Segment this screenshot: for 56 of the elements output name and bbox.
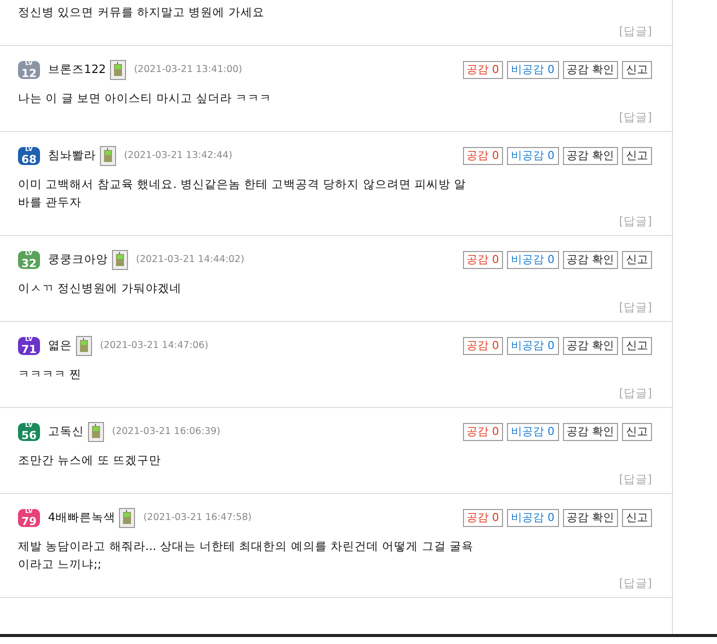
reply-link[interactable]: [답글]: [619, 300, 652, 314]
reply-link[interactable]: [답글]: [619, 386, 652, 400]
action-button[interactable]: 비공감 0: [507, 61, 558, 79]
action-button[interactable]: 비공감 0: [507, 147, 558, 165]
mobile-phone-icon: [76, 336, 92, 356]
action-button[interactable]: 신고: [622, 337, 652, 355]
reply-link[interactable]: [답글]: [619, 24, 652, 38]
reply-link[interactable]: [답글]: [619, 472, 652, 486]
comment-text: 조만간 뉴스에 또 뜨겠구만: [18, 452, 162, 469]
timestamp: (2021-03-21 14:47:06): [100, 338, 208, 353]
action-button[interactable]: 비공감 0: [507, 509, 558, 527]
action-button[interactable]: 신고: [622, 147, 652, 165]
action-button[interactable]: 비공감 0: [507, 251, 558, 269]
action-button[interactable]: 신고: [622, 423, 652, 441]
comment-text: 나는 이 글 보면 아이스티 마시고 싶더라 ㅋㅋㅋ: [18, 90, 273, 107]
reply-link[interactable]: [답글]: [619, 110, 652, 124]
comment-text: 제발 농담이라고 해줘라... 상대는 너한테 최대한의 예의를 차린건데 어떻게 그걸 굴욕이라고 느끼냐;;: [18, 538, 475, 573]
mobile-phone-icon: [88, 422, 104, 442]
action-button[interactable]: 공감 0: [462, 147, 503, 165]
action-button[interactable]: 공감 0: [462, 337, 503, 355]
action-button[interactable]: 비공감 0: [507, 337, 558, 355]
action-button[interactable]: 비공감 0: [507, 423, 558, 441]
action-button[interactable]: 신고: [622, 509, 652, 527]
timestamp: (2021-03-21 13:41:00): [134, 62, 242, 77]
timestamp: (2021-03-21 13:42:44): [124, 148, 232, 163]
action-button[interactable]: 공감 0: [462, 423, 503, 441]
comment-text: 이미 고백해서 참교육 했네요. 병신같은놈 한테 고백공격 당하지 않으려면 피씨방 알바를 관두자: [18, 176, 468, 211]
timestamp: (2021-03-21 14:44:02): [136, 252, 244, 267]
comment-text: 이ㅅㄲ 정신병원에 가둬야겠네: [18, 280, 182, 297]
username[interactable]: 브론즈122: [48, 61, 106, 79]
mobile-phone-icon: [110, 60, 126, 80]
username[interactable]: 고독신: [48, 423, 84, 441]
action-button[interactable]: 공감 확인: [562, 61, 618, 79]
action-button[interactable]: 공감 확인: [562, 251, 618, 269]
mobile-phone-icon: [112, 250, 128, 270]
username[interactable]: 4배빠른녹색: [48, 509, 116, 527]
timestamp: (2021-03-21 16:47:58): [143, 510, 252, 525]
reply-link[interactable]: [답글]: [619, 576, 652, 590]
mobile-phone-icon: [100, 146, 116, 166]
action-button[interactable]: 공감 0: [462, 61, 503, 79]
action-button[interactable]: 공감 0: [462, 509, 503, 527]
comment-text: 정신병 있으면 커뮤를 하지말고 병원에 가세요: [18, 4, 266, 21]
username[interactable]: 침놔뽤라: [48, 147, 96, 165]
action-button[interactable]: 공감 0: [462, 251, 503, 269]
comment-text: ㅋㅋㅋㅋ 찐: [18, 366, 83, 383]
action-button[interactable]: 공감 확인: [562, 423, 618, 441]
username[interactable]: 엷은: [48, 337, 72, 355]
mobile-phone-icon: [119, 508, 136, 528]
action-button[interactable]: 신고: [622, 251, 652, 269]
action-button[interactable]: 공감 확인: [562, 147, 618, 165]
action-button[interactable]: 신고: [622, 61, 652, 79]
reply-link[interactable]: [답글]: [619, 214, 652, 228]
timestamp: (2021-03-21 16:06:39): [112, 424, 220, 439]
action-button[interactable]: 공감 확인: [562, 337, 618, 355]
action-button[interactable]: 공감 확인: [562, 509, 618, 527]
username[interactable]: 쿵쿵크아앙: [48, 251, 108, 269]
